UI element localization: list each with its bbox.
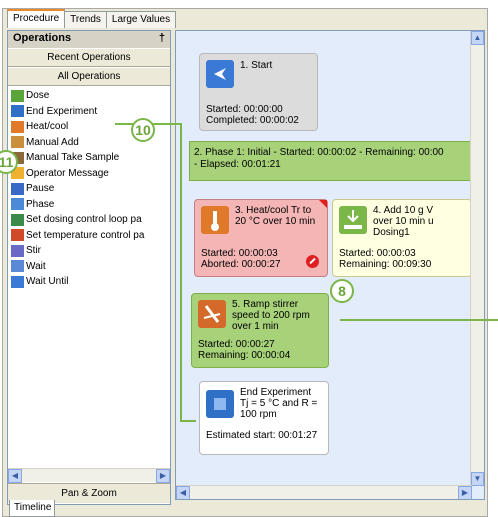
- operation-label: Set temperature control pa: [26, 229, 145, 241]
- scroll-right-icon[interactable]: ▶: [156, 469, 170, 483]
- operation-label: Phase: [26, 198, 55, 210]
- operation-item[interactable]: Wait Until: [11, 274, 167, 290]
- start-started: Started: 00:00:00: [206, 104, 283, 115]
- all-operations-button[interactable]: All Operations: [8, 67, 170, 86]
- end-experiment-step-card[interactable]: End Experiment Tj = 5 °C and R = 100 rpm…: [199, 381, 329, 455]
- tab-large-values[interactable]: Large Values: [105, 11, 177, 28]
- heat-cool-icon: [11, 120, 24, 133]
- canvas-vscrollbar[interactable]: ▲ ▼: [470, 31, 484, 486]
- operation-item[interactable]: Set dosing control loop pa: [11, 212, 167, 228]
- end-title-1: End Experiment: [240, 387, 312, 398]
- add-title-2: over 10 min u: [373, 216, 434, 227]
- operation-label: Operator Message: [26, 167, 109, 179]
- operation-label: Manual Take Sample: [26, 152, 120, 164]
- callout-8-leader: [340, 319, 498, 321]
- operation-item[interactable]: Pause: [11, 181, 167, 197]
- error-flag-icon: [319, 200, 327, 208]
- ramp-title-3: over 1 min: [232, 321, 279, 332]
- operation-item[interactable]: Stir: [11, 243, 167, 259]
- end-title-3: 100 rpm: [240, 409, 277, 420]
- ramp-started: Started: 00:00:27: [198, 339, 275, 350]
- canvas-scroll-left-icon[interactable]: ◀: [176, 486, 190, 499]
- scroll-up-icon[interactable]: ▲: [471, 31, 484, 45]
- add-title-3: Dosing1: [373, 227, 410, 238]
- thermometer-icon: [201, 206, 229, 234]
- operation-item[interactable]: Phase: [11, 197, 167, 213]
- phase-step-bar[interactable]: 2. Phase 1: Initial - Started: 00:00:02 …: [189, 141, 484, 181]
- callout-10-leader-vertical: [180, 123, 182, 421]
- end-estimated-start: Estimated start: 00:01:27: [206, 430, 318, 441]
- phase-line2: - Elapsed: 00:01:21: [194, 159, 281, 170]
- operations-hscrollbar[interactable]: ◀ ▶: [8, 468, 170, 483]
- operation-label: Manual Add: [26, 136, 79, 148]
- operations-panel: Operations † Recent Operations All Opera…: [7, 30, 171, 505]
- ramp-remaining: Remaining: 00:00:04: [198, 350, 291, 361]
- operation-label: Wait: [26, 260, 46, 272]
- start-title: 1. Start: [240, 60, 273, 71]
- operation-item[interactable]: End Experiment: [11, 104, 167, 120]
- operation-label: Wait Until: [26, 276, 69, 288]
- start-step-card[interactable]: 1. Start Started: 00:00:00 Completed: 00…: [199, 53, 318, 131]
- tab-procedure[interactable]: Procedure: [7, 9, 66, 28]
- heat-title-2: 20 °C over 10 min: [235, 216, 316, 227]
- callout-8: 8: [330, 279, 354, 303]
- add-title-1: 4. Add 10 g V: [373, 205, 434, 216]
- operation-item[interactable]: Wait: [11, 259, 167, 275]
- operation-label: Dose: [26, 90, 50, 102]
- pin-icon[interactable]: †: [159, 32, 165, 47]
- operations-header: Operations †: [8, 31, 170, 48]
- wait-until-icon: [11, 275, 24, 288]
- canvas-hscrollbar[interactable]: ◀ ▶: [176, 485, 472, 499]
- stirrer-icon: [198, 300, 226, 328]
- procedure-canvas[interactable]: 1. Start Started: 00:00:00 Completed: 00…: [175, 30, 485, 500]
- dosing-icon: [339, 206, 367, 234]
- set-dosing-control-icon: [11, 213, 24, 226]
- tab-timeline[interactable]: Timeline: [9, 500, 55, 517]
- ramp-stirrer-step-card[interactable]: 5. Ramp stirrer speed to 200 rpm over 1 …: [191, 293, 329, 368]
- end-experiment-card-icon: [206, 390, 234, 418]
- add-step-card[interactable]: 4. Add 10 g V over 10 min u Dosing1 Star…: [332, 199, 472, 277]
- start-icon: [206, 60, 234, 88]
- scroll-down-icon[interactable]: ▼: [471, 472, 484, 486]
- canvas-scroll-right-icon[interactable]: ▶: [458, 486, 472, 499]
- tab-strip: Procedure Trends Large Values: [7, 9, 177, 29]
- scroll-left-icon[interactable]: ◀: [8, 469, 22, 483]
- tab-trends[interactable]: Trends: [64, 11, 107, 28]
- operations-list: Dose End Experiment Heat/cool Manual Add Man…: [8, 86, 170, 292]
- ramp-title-2: speed to 200 rpm: [232, 310, 310, 321]
- phase-line1: 2. Phase 1: Initial - Started: 00:00:02 …: [194, 147, 444, 158]
- start-completed: Completed: 00:00:02: [206, 115, 299, 126]
- set-temperature-control-icon: [11, 229, 24, 242]
- operation-item[interactable]: Set temperature control pa: [11, 228, 167, 244]
- operation-item[interactable]: Dose: [11, 88, 167, 104]
- recent-operations-button[interactable]: Recent Operations: [8, 48, 170, 67]
- callout-10-leader-end: [180, 420, 196, 422]
- operation-item[interactable]: Operator Message: [11, 166, 167, 182]
- operation-label: Pause: [26, 183, 55, 195]
- pause-icon: [11, 182, 24, 195]
- stir-icon: [11, 244, 24, 257]
- end-title-2: Tj = 5 °C and R =: [240, 398, 318, 409]
- operation-label: End Experiment: [26, 105, 98, 117]
- dose-icon: [11, 89, 24, 102]
- heat-started: Started: 00:00:03: [201, 248, 278, 259]
- heat-cool-step-card[interactable]: 3. Heat/cool Tr to 20 °C over 10 min Sta…: [194, 199, 328, 277]
- heat-aborted: Aborted: 00:00:27: [201, 259, 281, 270]
- callout-10: 10: [131, 118, 155, 142]
- phase-icon: [11, 198, 24, 211]
- abort-icon: [306, 255, 319, 268]
- operation-label: Set dosing control loop pa: [26, 214, 142, 226]
- wait-icon: [11, 260, 24, 273]
- operation-label: Heat/cool: [26, 121, 69, 133]
- app-window: Procedure Trends Large Values Operations…: [2, 8, 488, 517]
- operations-title: Operations: [13, 32, 72, 44]
- operation-label: Stir: [26, 245, 41, 257]
- end-experiment-icon: [11, 105, 24, 118]
- add-started: Started: 00:00:03: [339, 248, 416, 259]
- heat-title-1: 3. Heat/cool Tr to: [235, 205, 312, 216]
- manual-add-icon: [11, 136, 24, 149]
- ramp-title-1: 5. Ramp stirrer: [232, 299, 299, 310]
- operation-item[interactable]: Manual Take Sample: [11, 150, 167, 166]
- add-remaining: Remaining: 00:09:30: [339, 259, 432, 270]
